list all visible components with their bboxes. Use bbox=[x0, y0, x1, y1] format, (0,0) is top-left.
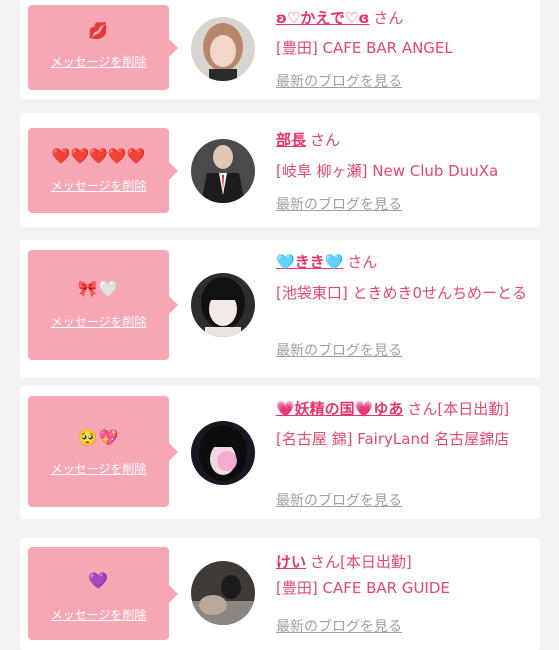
status-badge: [本日出勤] bbox=[437, 400, 510, 418]
user-info: ʚ♡かえで♡ɞ さん [豊田] CAFE BAR ANGEL bbox=[276, 7, 534, 59]
name-line: 部長 さん bbox=[276, 129, 534, 151]
user-name-link[interactable]: けい bbox=[276, 553, 306, 571]
latest-blog-link[interactable]: 最新のブログを見る bbox=[276, 71, 402, 91]
message-text: 💋 bbox=[88, 21, 109, 40]
avatar[interactable] bbox=[191, 139, 255, 203]
shop-name: [名古屋 錦] FairyLand 名古屋錦店 bbox=[276, 430, 510, 448]
message-card: 🥺💖 メッセージを削除 💗妖精の国💗ゆあ さん[本日出勤] [名古屋 錦] Fai… bbox=[20, 386, 540, 519]
status-badge: [本日出勤] bbox=[340, 553, 412, 571]
delete-message-link[interactable]: メッセージを削除 bbox=[28, 177, 169, 194]
user-name-link[interactable]: 部長 bbox=[276, 131, 306, 149]
user-info: けい さん[本日出勤] [豊田] CAFE BAR GUIDE bbox=[276, 551, 534, 599]
shop-name: [豊田] CAFE BAR ANGEL bbox=[276, 39, 453, 57]
message-card: 🎀🤍 メッセージを削除 🩵きき🩵 さん [池袋東口] ときめき0せんちめーとる 最… bbox=[20, 240, 540, 378]
latest-blog-link[interactable]: 最新のブログを見る bbox=[276, 490, 402, 510]
delete-message-link[interactable]: メッセージを削除 bbox=[28, 460, 169, 477]
message-text: 🎀🤍 bbox=[77, 279, 120, 298]
honorific: さん bbox=[310, 131, 341, 149]
shop-name: [豊田] CAFE BAR GUIDE bbox=[276, 579, 450, 597]
user-name-link[interactable]: 💗妖精の国💗ゆあ bbox=[276, 400, 403, 418]
avatar[interactable] bbox=[191, 17, 255, 81]
avatar[interactable] bbox=[191, 273, 255, 337]
name-line: 💗妖精の国💗ゆあ さん[本日出勤] bbox=[276, 398, 534, 420]
latest-blog-link[interactable]: 最新のブログを見る bbox=[276, 616, 402, 636]
avatar[interactable] bbox=[191, 561, 255, 625]
delete-message-link[interactable]: メッセージを削除 bbox=[28, 53, 169, 70]
user-name-link[interactable]: 🩵きき🩵 bbox=[276, 253, 343, 271]
honorific: さん bbox=[347, 253, 378, 271]
user-info: 部長 さん [岐阜 柳ヶ瀬] New Club DuuXa bbox=[276, 129, 534, 182]
latest-blog-link[interactable]: 最新のブログを見る bbox=[276, 194, 402, 214]
honorific: さん bbox=[373, 9, 404, 27]
message-card: ❤️❤️❤️❤️❤️ メッセージを削除 部長 さん [岐阜 柳ヶ瀬] New Cl… bbox=[20, 113, 540, 227]
shop-name: [岐阜 柳ヶ瀬] New Club DuuXa bbox=[276, 162, 499, 180]
name-line: ʚ♡かえで♡ɞ さん bbox=[276, 7, 534, 29]
message-card: 💋 メッセージを削除 ʚ♡かえで♡ɞ さん [豊田] CAFE BAR ANGEL… bbox=[20, 0, 540, 99]
delete-message-link[interactable]: メッセージを削除 bbox=[28, 606, 169, 623]
user-info: 🩵きき🩵 さん [池袋東口] ときめき0せんちめーとる bbox=[276, 251, 534, 304]
honorific: さん bbox=[310, 553, 341, 571]
user-info: 💗妖精の国💗ゆあ さん[本日出勤] [名古屋 錦] FairyLand 名古屋錦店 bbox=[276, 398, 534, 450]
message-bubble: 💜 メッセージを削除 bbox=[28, 547, 178, 640]
name-line: 🩵きき🩵 さん bbox=[276, 251, 534, 273]
message-bubble: 🥺💖 メッセージを削除 bbox=[28, 396, 178, 507]
avatar[interactable] bbox=[191, 421, 255, 485]
name-line: けい さん[本日出勤] bbox=[276, 551, 534, 573]
message-bubble: 🎀🤍 メッセージを削除 bbox=[28, 250, 178, 360]
message-text: ❤️❤️❤️❤️❤️ bbox=[51, 147, 146, 165]
message-bubble: ❤️❤️❤️❤️❤️ メッセージを削除 bbox=[28, 128, 178, 213]
message-card: 💜 メッセージを削除 けい さん[本日出勤] [豊田] CAFE BAR GUID… bbox=[20, 538, 540, 650]
message-text: 🥺💖 bbox=[77, 428, 120, 447]
latest-blog-link[interactable]: 最新のブログを見る bbox=[276, 340, 402, 360]
delete-message-link[interactable]: メッセージを削除 bbox=[28, 313, 169, 330]
honorific: さん bbox=[407, 400, 438, 418]
message-text: 💜 bbox=[88, 571, 109, 590]
shop-name: [池袋東口] ときめき0せんちめーとる bbox=[276, 284, 528, 302]
message-bubble: 💋 メッセージを削除 bbox=[28, 5, 178, 90]
user-name-link[interactable]: ʚ♡かえで♡ɞ bbox=[276, 9, 369, 27]
